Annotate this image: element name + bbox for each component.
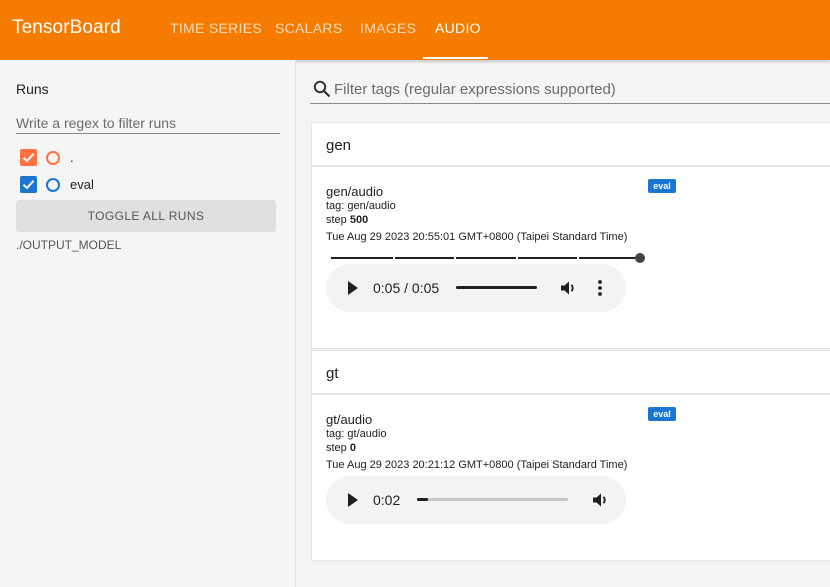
run-label: eval (70, 177, 94, 192)
checkmark-icon (22, 153, 35, 163)
slider-tick (577, 256, 579, 260)
runs-title: Runs (16, 81, 49, 97)
run-checkbox[interactable] (20, 176, 37, 193)
card-step: step 500 (326, 214, 368, 226)
volume-icon[interactable] (591, 491, 609, 509)
card-title: gen/audio (326, 184, 384, 199)
runs-sidebar: Runs . eval TOGGLE ALL RUNS ./OUTPUT_MOD… (0, 60, 296, 587)
time-display: 0:02 (373, 492, 401, 508)
card-tag: tag: gt/audio (326, 428, 387, 440)
card-title: gt/audio (326, 412, 373, 427)
group-title: gen (326, 137, 352, 154)
tag-filter-bar (310, 74, 830, 104)
app-logo[interactable]: TensorBoard (12, 17, 121, 39)
slider-tick (393, 256, 395, 260)
step-value: 0 (349, 442, 356, 454)
runs-filter-input[interactable] (16, 112, 280, 134)
more-vert-icon[interactable] (597, 279, 603, 297)
card-timestamp: Tue Aug 29 2023 20:21:12 GMT+0800 (Taipe… (326, 459, 628, 471)
card-step: step 0 (326, 442, 356, 454)
audio-card-gt: gt/audio eval tag: gt/audio step 0 Tue A… (311, 394, 830, 561)
group-header-gen[interactable]: gen (311, 122, 830, 166)
step-value: 500 (349, 214, 369, 226)
play-icon[interactable] (346, 492, 360, 508)
checkmark-icon (22, 180, 35, 190)
active-tab-indicator (423, 57, 488, 59)
slider-thumb[interactable] (635, 253, 645, 263)
play-icon[interactable] (346, 280, 360, 296)
run-row-dot[interactable]: . (20, 149, 270, 167)
tab-scalars[interactable]: SCALARS (275, 20, 342, 36)
time-display: 0:05 / 0:05 (373, 280, 440, 296)
step-label: step (326, 442, 347, 454)
run-color-dot[interactable] (46, 178, 60, 192)
run-color-dot[interactable] (46, 151, 60, 165)
log-directory-path: ./OUTPUT_MODEL (16, 238, 122, 252)
toggle-all-runs-button[interactable]: TOGGLE ALL RUNS (16, 200, 276, 232)
top-app-bar: TensorBoard TIME SERIES SCALARS IMAGES A… (0, 0, 830, 60)
playback-progress[interactable] (456, 286, 537, 289)
run-row-eval[interactable]: eval (20, 176, 270, 194)
slider-tick (454, 256, 456, 260)
search-icon (313, 80, 331, 98)
audio-card-gen: gen/audio eval tag: gen/audio step 500 T… (311, 166, 830, 349)
step-slider[interactable] (331, 253, 645, 263)
group-header-gt[interactable]: gt (311, 350, 830, 394)
tag-filter-input[interactable] (334, 78, 824, 100)
card-timestamp: Tue Aug 29 2023 20:55:01 GMT+0800 (Taipe… (326, 231, 628, 243)
run-label: . (70, 150, 74, 165)
tab-audio[interactable]: AUDIO (435, 20, 481, 36)
progress-fill (417, 498, 428, 501)
audio-player[interactable]: 0:05 / 0:05 (326, 264, 626, 312)
slider-track (331, 257, 637, 259)
step-label: step (326, 214, 347, 226)
playback-progress[interactable] (417, 498, 568, 501)
group-title: gt (326, 365, 339, 382)
run-badge: eval (648, 179, 676, 193)
run-checkbox[interactable] (20, 149, 37, 166)
card-tag: tag: gen/audio (326, 200, 396, 212)
tab-images[interactable]: IMAGES (360, 20, 416, 36)
progress-fill (456, 286, 537, 289)
run-badge: eval (648, 407, 676, 421)
volume-icon[interactable] (559, 279, 577, 297)
slider-tick (516, 256, 518, 260)
tab-time-series[interactable]: TIME SERIES (170, 20, 262, 36)
audio-player[interactable]: 0:02 (326, 476, 626, 524)
